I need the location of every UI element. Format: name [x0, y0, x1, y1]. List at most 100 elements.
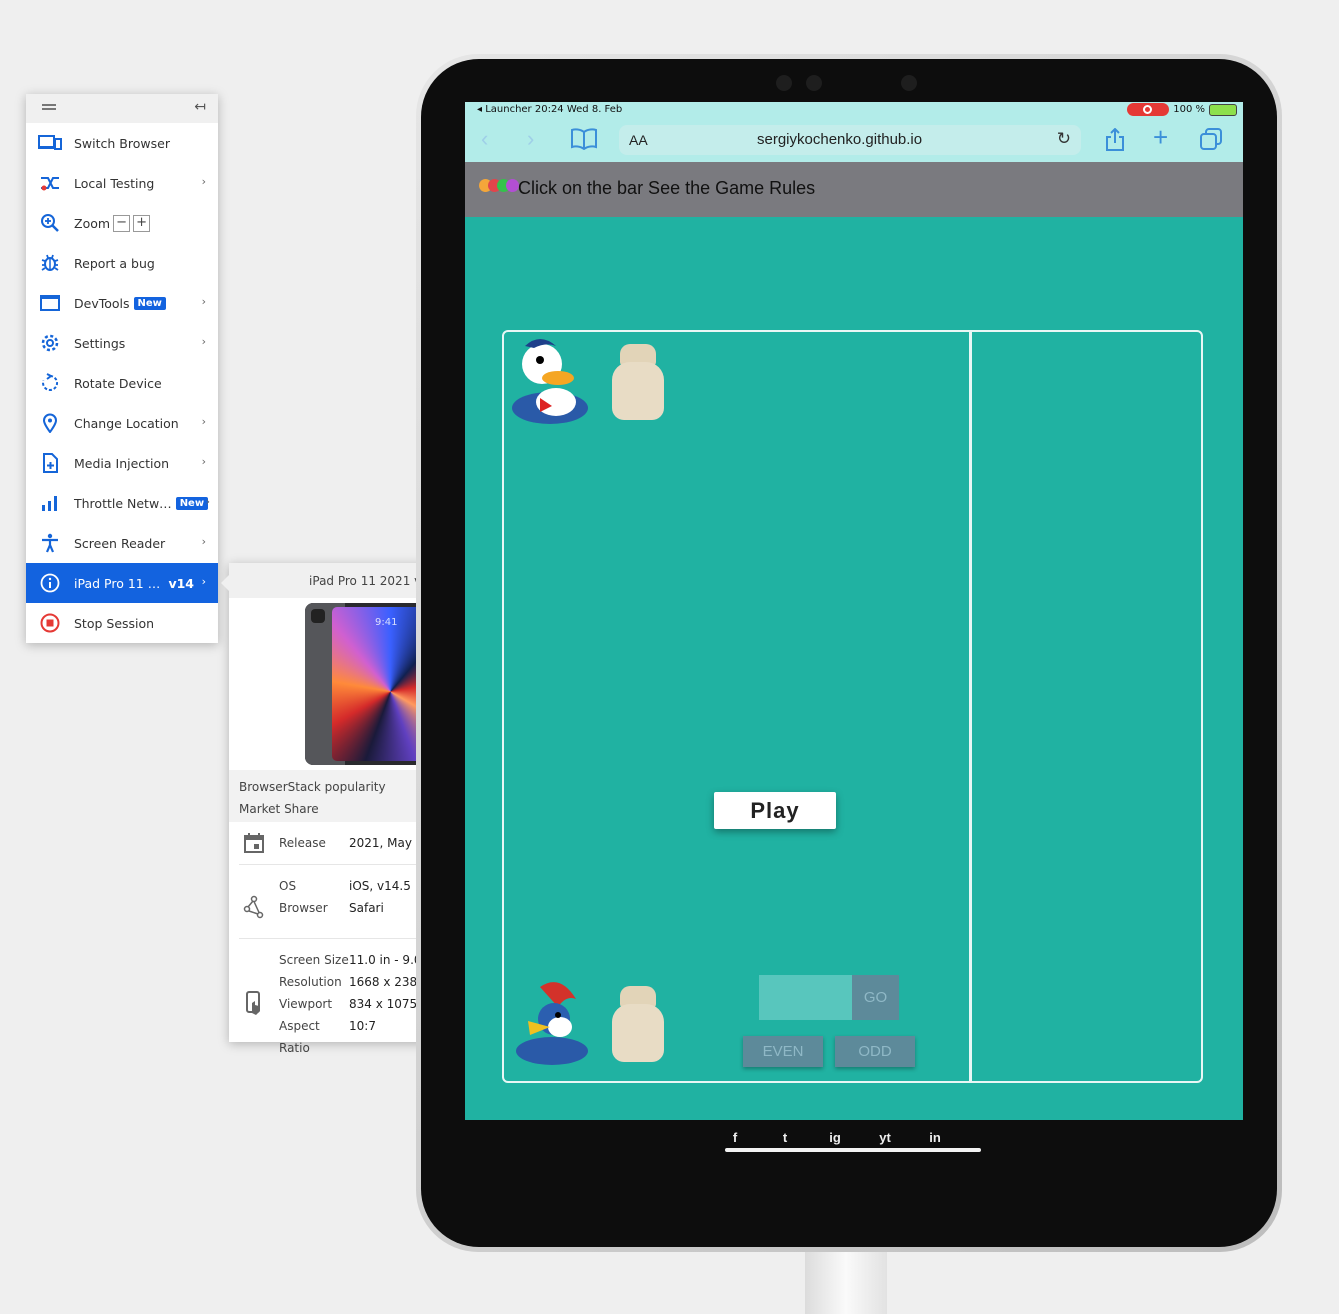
- go-button[interactable]: GO: [852, 975, 899, 1020]
- facebook-icon[interactable]: f: [727, 1130, 743, 1146]
- gear-icon: [38, 332, 62, 354]
- screen-record-icon: [1127, 103, 1170, 116]
- throttle-network-label: Throttle Netw…: [74, 495, 172, 511]
- status-right: 100 %: [1127, 103, 1237, 116]
- local-testing-label: Local Testing: [74, 175, 155, 191]
- youtube-icon[interactable]: yt: [877, 1130, 893, 1146]
- screen-reader-label: Screen Reader: [74, 535, 166, 551]
- chevron-right-icon: ›: [201, 175, 206, 188]
- game-header-bar[interactable]: Click on the bar See the Game Rules: [465, 162, 1243, 217]
- play-button[interactable]: Play: [714, 792, 836, 829]
- thumb-clock: 9:41: [375, 617, 398, 628]
- devtools-button[interactable]: DevTools New ›: [26, 283, 218, 323]
- sensor-icon: [776, 75, 792, 91]
- camera-icon: [806, 75, 822, 91]
- even-button[interactable]: EVEN: [743, 1036, 823, 1067]
- social-links: f t ig yt in: [727, 1130, 943, 1146]
- stop-session-label: Stop Session: [74, 615, 155, 631]
- safari-toolbar: ‹ › AA sergiykochenko.github.io ↻ +: [465, 118, 1243, 162]
- stop-icon: [38, 612, 62, 634]
- home-indicator[interactable]: [725, 1148, 981, 1152]
- reload-icon[interactable]: ↻: [1057, 129, 1071, 149]
- zoom-control: Zoom − +: [26, 203, 218, 243]
- money-bag-icon: [606, 340, 670, 422]
- zoom-label: Zoom: [74, 215, 111, 231]
- game-board: Play GO EVEN ODD: [502, 330, 1203, 1083]
- new-badge: New: [133, 296, 166, 310]
- status-bar: ◂ Launcher 20:24 Wed 8. Feb 100 %: [465, 102, 1243, 118]
- toolbar-header: ↤: [26, 94, 218, 123]
- change-location-button[interactable]: Change Location ›: [26, 403, 218, 443]
- drag-handle-icon[interactable]: [42, 104, 56, 110]
- bug-icon: [38, 252, 62, 274]
- media-injection-button[interactable]: Media Injection ›: [26, 443, 218, 483]
- devices-icon: [38, 132, 62, 154]
- chevron-right-icon: ›: [201, 455, 206, 468]
- touch-device-icon: [243, 991, 263, 1020]
- linkedin-icon[interactable]: in: [927, 1130, 943, 1146]
- release-value: 2021, May: [349, 836, 412, 850]
- settings-button[interactable]: Settings ›: [26, 323, 218, 363]
- location-pin-icon: [38, 412, 62, 434]
- rotate-device-label: Rotate Device: [74, 375, 162, 391]
- twitter-icon[interactable]: t: [777, 1130, 793, 1146]
- ipad-bezel: ◂ Launcher 20:24 Wed 8. Feb 100 % ‹ › AA…: [421, 59, 1277, 1247]
- money-bag-icon: [606, 982, 670, 1064]
- stop-session-button[interactable]: Stop Session: [26, 603, 218, 643]
- donald-duck-avatar: [510, 336, 592, 426]
- new-tab-icon[interactable]: +: [1153, 122, 1168, 153]
- share-icon[interactable]: [1105, 127, 1125, 158]
- reader-aa-button[interactable]: AA: [629, 132, 648, 148]
- collapse-icon[interactable]: ↤: [194, 99, 206, 115]
- chevron-right-icon: ›: [201, 535, 206, 548]
- os-value: iOS, v14.5: [349, 879, 411, 893]
- forward-icon[interactable]: ›: [527, 126, 534, 152]
- chevron-right-icon: ›: [205, 495, 210, 508]
- ipad-screen[interactable]: ◂ Launcher 20:24 Wed 8. Feb 100 % ‹ › AA…: [465, 102, 1243, 1180]
- devtools-icon: [38, 292, 62, 314]
- screen-reader-button[interactable]: Screen Reader ›: [26, 523, 218, 563]
- ipad-device-frame: ◂ Launcher 20:24 Wed 8. Feb 100 % ‹ › AA…: [416, 54, 1282, 1252]
- zoom-in-button[interactable]: +: [133, 214, 151, 232]
- change-location-label: Change Location: [74, 415, 179, 431]
- tabs-icon[interactable]: [1200, 128, 1222, 156]
- throttle-network-button[interactable]: Throttle Netw… New ›: [26, 483, 218, 523]
- camera-icon: [311, 609, 325, 623]
- switch-browser-button[interactable]: Switch Browser: [26, 123, 218, 163]
- board-divider: [969, 332, 972, 1081]
- file-add-icon: [38, 452, 62, 474]
- sensor-icon: [901, 75, 917, 91]
- settings-label: Settings: [74, 335, 126, 351]
- battery-percent: 100 %: [1173, 104, 1205, 115]
- switch-browser-label: Switch Browser: [74, 135, 170, 151]
- local-testing-button[interactable]: Local Testing ›: [26, 163, 218, 203]
- accessibility-icon: [38, 532, 62, 554]
- bag-body: [612, 362, 664, 420]
- media-injection-label: Media Injection: [74, 455, 170, 471]
- chevron-right-icon: ›: [201, 295, 206, 308]
- instagram-icon[interactable]: ig: [827, 1130, 843, 1146]
- bookmarks-icon[interactable]: [571, 128, 597, 156]
- report-bug-label: Report a bug: [74, 255, 155, 271]
- back-icon[interactable]: ‹: [481, 126, 488, 152]
- rotate-device-button[interactable]: Rotate Device: [26, 363, 218, 403]
- local-testing-icon: [38, 172, 62, 194]
- device-info-label: iPad Pro 11 …: [74, 575, 161, 591]
- address-bar[interactable]: AA sergiykochenko.github.io ↻: [619, 125, 1081, 155]
- card-pointer: [221, 575, 229, 591]
- device-info-button[interactable]: iPad Pro 11 … v14 ›: [26, 563, 218, 603]
- report-bug-button[interactable]: Report a bug: [26, 243, 218, 283]
- guess-input[interactable]: [759, 975, 852, 1020]
- devtools-label: DevTools: [74, 295, 130, 311]
- game-title: Click on the bar See the Game Rules: [518, 178, 816, 198]
- odd-button[interactable]: ODD: [835, 1036, 915, 1067]
- balls-logo-icon: [479, 179, 519, 197]
- rotate-icon: [38, 372, 62, 394]
- url-text: sergiykochenko.github.io: [757, 131, 923, 148]
- resolution-label: Resolution: [279, 975, 342, 989]
- device-version: v14: [168, 576, 194, 591]
- new-badge: New: [175, 496, 209, 510]
- info-icon: [38, 572, 62, 594]
- zoom-out-button[interactable]: −: [113, 214, 131, 232]
- branch-icon: [243, 895, 265, 922]
